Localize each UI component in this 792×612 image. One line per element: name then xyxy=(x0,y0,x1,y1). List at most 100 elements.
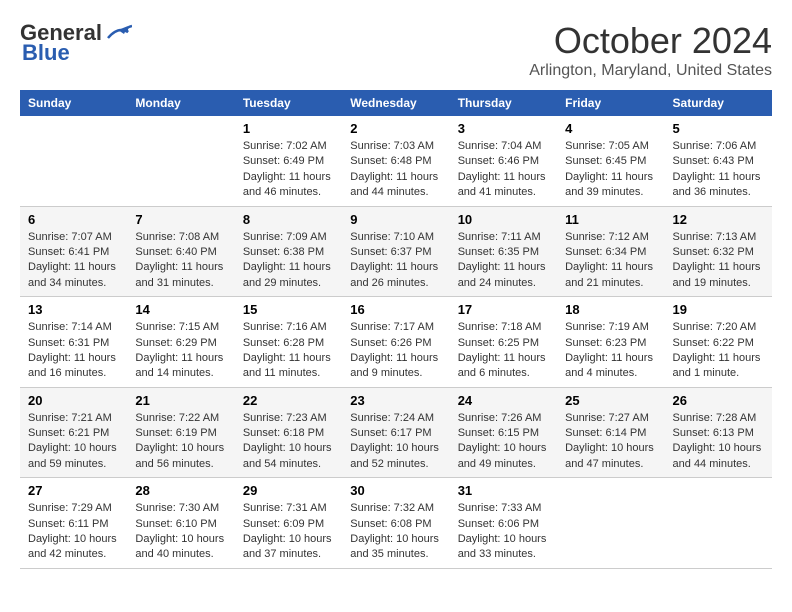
day-number: 7 xyxy=(135,212,226,227)
calendar-cell: 17 Sunrise: 7:18 AM Sunset: 6:25 PM Dayl… xyxy=(450,297,557,388)
daylight: Daylight: 11 hours and 29 minutes. xyxy=(243,261,331,288)
sunset: Sunset: 6:09 PM xyxy=(243,518,324,530)
sunset: Sunset: 6:22 PM xyxy=(673,337,754,349)
day-number: 29 xyxy=(243,483,334,498)
day-number: 3 xyxy=(458,121,549,136)
day-number: 5 xyxy=(673,121,764,136)
calendar-cell xyxy=(665,478,772,569)
day-info: Sunrise: 7:03 AM Sunset: 6:48 PM Dayligh… xyxy=(350,139,441,201)
daylight: Daylight: 11 hours and 39 minutes. xyxy=(565,171,653,198)
day-info: Sunrise: 7:27 AM Sunset: 6:14 PM Dayligh… xyxy=(565,411,656,473)
day-info: Sunrise: 7:31 AM Sunset: 6:09 PM Dayligh… xyxy=(243,501,334,563)
daylight: Daylight: 11 hours and 46 minutes. xyxy=(243,171,331,198)
day-number: 21 xyxy=(135,393,226,408)
day-number: 4 xyxy=(565,121,656,136)
sunset: Sunset: 6:08 PM xyxy=(350,518,431,530)
day-info: Sunrise: 7:07 AM Sunset: 6:41 PM Dayligh… xyxy=(28,230,119,292)
calendar-cell: 16 Sunrise: 7:17 AM Sunset: 6:26 PM Dayl… xyxy=(342,297,449,388)
calendar-cell: 26 Sunrise: 7:28 AM Sunset: 6:13 PM Dayl… xyxy=(665,387,772,478)
sunrise: Sunrise: 7:21 AM xyxy=(28,412,112,424)
calendar-cell: 10 Sunrise: 7:11 AM Sunset: 6:35 PM Dayl… xyxy=(450,206,557,297)
sunset: Sunset: 6:06 PM xyxy=(458,518,539,530)
sunset: Sunset: 6:34 PM xyxy=(565,246,646,258)
daylight: Daylight: 11 hours and 4 minutes. xyxy=(565,352,653,379)
sunset: Sunset: 6:23 PM xyxy=(565,337,646,349)
sunset: Sunset: 6:25 PM xyxy=(458,337,539,349)
daylight: Daylight: 11 hours and 41 minutes. xyxy=(458,171,546,198)
day-number: 1 xyxy=(243,121,334,136)
sunset: Sunset: 6:19 PM xyxy=(135,427,216,439)
day-number: 8 xyxy=(243,212,334,227)
day-info: Sunrise: 7:05 AM Sunset: 6:45 PM Dayligh… xyxy=(565,139,656,201)
weekday-header: Tuesday xyxy=(235,90,342,116)
sunrise: Sunrise: 7:29 AM xyxy=(28,502,112,514)
day-number: 2 xyxy=(350,121,441,136)
daylight: Daylight: 10 hours and 52 minutes. xyxy=(350,442,439,469)
day-info: Sunrise: 7:24 AM Sunset: 6:17 PM Dayligh… xyxy=(350,411,441,473)
sunrise: Sunrise: 7:05 AM xyxy=(565,140,649,152)
sunset: Sunset: 6:13 PM xyxy=(673,427,754,439)
sunset: Sunset: 6:10 PM xyxy=(135,518,216,530)
daylight: Daylight: 10 hours and 54 minutes. xyxy=(243,442,332,469)
sunset: Sunset: 6:48 PM xyxy=(350,155,431,167)
sunrise: Sunrise: 7:27 AM xyxy=(565,412,649,424)
sunrise: Sunrise: 7:07 AM xyxy=(28,231,112,243)
calendar-cell: 7 Sunrise: 7:08 AM Sunset: 6:40 PM Dayli… xyxy=(127,206,234,297)
day-info: Sunrise: 7:02 AM Sunset: 6:49 PM Dayligh… xyxy=(243,139,334,201)
sunrise: Sunrise: 7:09 AM xyxy=(243,231,327,243)
sunrise: Sunrise: 7:28 AM xyxy=(673,412,757,424)
daylight: Daylight: 11 hours and 1 minute. xyxy=(673,352,761,379)
day-info: Sunrise: 7:09 AM Sunset: 6:38 PM Dayligh… xyxy=(243,230,334,292)
weekday-header: Thursday xyxy=(450,90,557,116)
day-info: Sunrise: 7:29 AM Sunset: 6:11 PM Dayligh… xyxy=(28,501,119,563)
calendar-week-row: 13 Sunrise: 7:14 AM Sunset: 6:31 PM Dayl… xyxy=(20,297,772,388)
sunset: Sunset: 6:38 PM xyxy=(243,246,324,258)
sunset: Sunset: 6:45 PM xyxy=(565,155,646,167)
day-info: Sunrise: 7:13 AM Sunset: 6:32 PM Dayligh… xyxy=(673,230,764,292)
day-number: 19 xyxy=(673,302,764,317)
weekday-header: Monday xyxy=(127,90,234,116)
calendar-table: SundayMondayTuesdayWednesdayThursdayFrid… xyxy=(20,90,772,569)
day-number: 16 xyxy=(350,302,441,317)
day-number: 28 xyxy=(135,483,226,498)
calendar-cell: 4 Sunrise: 7:05 AM Sunset: 6:45 PM Dayli… xyxy=(557,116,664,206)
calendar-week-row: 1 Sunrise: 7:02 AM Sunset: 6:49 PM Dayli… xyxy=(20,116,772,206)
sunrise: Sunrise: 7:06 AM xyxy=(673,140,757,152)
day-info: Sunrise: 7:30 AM Sunset: 6:10 PM Dayligh… xyxy=(135,501,226,563)
day-info: Sunrise: 7:32 AM Sunset: 6:08 PM Dayligh… xyxy=(350,501,441,563)
day-number: 9 xyxy=(350,212,441,227)
calendar-cell xyxy=(127,116,234,206)
day-number: 18 xyxy=(565,302,656,317)
day-number: 23 xyxy=(350,393,441,408)
sunset: Sunset: 6:11 PM xyxy=(28,518,109,530)
day-info: Sunrise: 7:33 AM Sunset: 6:06 PM Dayligh… xyxy=(458,501,549,563)
sunrise: Sunrise: 7:19 AM xyxy=(565,321,649,333)
sunset: Sunset: 6:26 PM xyxy=(350,337,431,349)
daylight: Daylight: 11 hours and 21 minutes. xyxy=(565,261,653,288)
daylight: Daylight: 10 hours and 40 minutes. xyxy=(135,533,224,560)
calendar-cell: 31 Sunrise: 7:33 AM Sunset: 6:06 PM Dayl… xyxy=(450,478,557,569)
sunset: Sunset: 6:32 PM xyxy=(673,246,754,258)
day-number: 11 xyxy=(565,212,656,227)
logo-blue: Blue xyxy=(22,40,70,66)
sunset: Sunset: 6:28 PM xyxy=(243,337,324,349)
day-info: Sunrise: 7:16 AM Sunset: 6:28 PM Dayligh… xyxy=(243,320,334,382)
calendar-cell: 18 Sunrise: 7:19 AM Sunset: 6:23 PM Dayl… xyxy=(557,297,664,388)
day-number: 10 xyxy=(458,212,549,227)
calendar-cell: 5 Sunrise: 7:06 AM Sunset: 6:43 PM Dayli… xyxy=(665,116,772,206)
day-number: 17 xyxy=(458,302,549,317)
logo: General Blue xyxy=(20,20,134,66)
sunset: Sunset: 6:31 PM xyxy=(28,337,109,349)
sunrise: Sunrise: 7:02 AM xyxy=(243,140,327,152)
daylight: Daylight: 10 hours and 33 minutes. xyxy=(458,533,547,560)
weekday-row: SundayMondayTuesdayWednesdayThursdayFrid… xyxy=(20,90,772,116)
sunrise: Sunrise: 7:13 AM xyxy=(673,231,757,243)
day-info: Sunrise: 7:15 AM Sunset: 6:29 PM Dayligh… xyxy=(135,320,226,382)
sunset: Sunset: 6:37 PM xyxy=(350,246,431,258)
daylight: Daylight: 10 hours and 35 minutes. xyxy=(350,533,439,560)
calendar-header: SundayMondayTuesdayWednesdayThursdayFrid… xyxy=(20,90,772,116)
calendar-cell: 24 Sunrise: 7:26 AM Sunset: 6:15 PM Dayl… xyxy=(450,387,557,478)
title-section: October 2024 Arlington, Maryland, United… xyxy=(529,20,772,80)
sunrise: Sunrise: 7:04 AM xyxy=(458,140,542,152)
daylight: Daylight: 11 hours and 19 minutes. xyxy=(673,261,761,288)
